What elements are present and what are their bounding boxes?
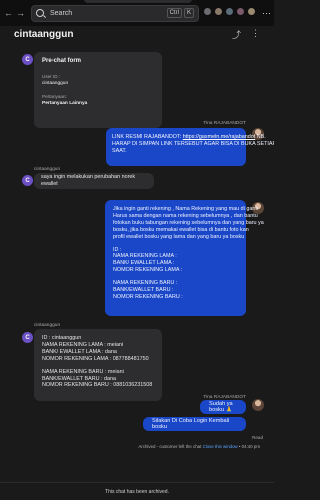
search-input[interactable]: Search Ctrl K	[31, 4, 199, 22]
message-line: NAMA REKENING BARU : meiani	[42, 368, 124, 375]
avatar	[236, 7, 245, 16]
message-text: LINK RESMI RAJABANDOT:	[112, 134, 183, 140]
agent-message: Jika ingin ganti rekening , Nama Rekenin…	[105, 200, 264, 316]
top-bar: ← → Search Ctrl K ⋯	[0, 0, 274, 26]
customer-avatar: C	[22, 175, 33, 186]
message-line: fotokan buku tabungan rekening sebelumny…	[113, 219, 264, 226]
form-value-question: Pertanyaan Lainnya	[42, 100, 88, 106]
message-line: NAMA REKENING LAMA : meiani	[42, 341, 124, 348]
customer-message: ID : cintaanggun NAMA REKENING LAMA : me…	[34, 329, 162, 401]
search-icon	[36, 9, 44, 17]
close-window-link[interactable]: Close this window	[203, 444, 238, 449]
share-icon[interactable]: ⤴	[232, 28, 241, 41]
avatar	[225, 7, 234, 16]
customer-avatar: C	[22, 332, 33, 343]
form-label-user-id: User ID :	[42, 73, 61, 79]
message-line: Jika ingin ganti rekening , Nama Rekenin…	[113, 206, 259, 212]
message-text: Silakan Di Coba Login Kembali bosku	[152, 418, 230, 430]
search-shortcut: Ctrl K	[166, 8, 194, 18]
message-line: NOMOR REKENING LAMA :	[113, 267, 183, 274]
sender-name: cintaanggun	[34, 323, 61, 328]
header-actions: ⤴ ⋮	[232, 28, 260, 41]
message-line: NAMA REKENING LAMA :	[113, 253, 177, 260]
avatar	[214, 7, 223, 16]
archive-note: Archived - customer left the chat Close …	[138, 444, 260, 449]
message-line: BANK/ EWALLET LAMA :	[113, 260, 175, 267]
avatar	[203, 7, 212, 16]
browser-tab-peek	[84, 0, 192, 3]
agent-message: LINK RESMI RAJABANDOT: https://gasmeln.m…	[106, 128, 274, 166]
message-line: profil ewallet bosku yang lama dan yang …	[113, 233, 245, 240]
archive-time: • 04:40 pm	[237, 444, 260, 449]
message-line: LINK RESMI RAJABANDOT: https://gasmeln.m…	[112, 134, 266, 141]
agent-avatar	[252, 399, 264, 411]
message-line: NOMOR REKENING BARU : 0881036231508	[42, 382, 153, 389]
message-line: BANK/EWALLET BARU : dana	[42, 375, 117, 382]
sender-name: cintaanggun	[34, 167, 61, 172]
form-title: Pre-chat form	[42, 58, 82, 64]
message-text: NB.	[255, 134, 266, 140]
back-arrow-icon[interactable]: ←	[4, 8, 13, 18]
archived-footer: This chat has been archived.	[0, 482, 274, 500]
sender-name: Tina RAJABANDOT	[203, 121, 246, 126]
search-placeholder: Search	[50, 9, 73, 17]
shortcut-ctrl: Ctrl	[166, 8, 182, 18]
message-line: bosku, jika bosku memakai ewallet bisa d…	[113, 226, 249, 233]
participant-avatars[interactable]	[203, 7, 256, 16]
agent-message: Silakan Di Coba Login Kembali bosku	[143, 417, 246, 431]
nav-arrows: ← →	[4, 8, 25, 18]
shortcut-k: K	[183, 8, 194, 18]
message-line: ID :	[113, 246, 122, 253]
agent-message: Sudah ya bosku 🙏	[200, 400, 246, 414]
more-vertical-icon[interactable]: ⋮	[251, 28, 260, 41]
message-line: Harus sama dengan nama rekening sebelumn…	[113, 212, 258, 219]
message-line: BANK/ EWALLET LAMA : dana	[42, 348, 117, 355]
message-line: BANK/EWALLET BARU :	[113, 287, 174, 294]
customer-message: saya ingin melakukan perubahan norek ewa…	[34, 173, 154, 189]
archived-text: This chat has been archived.	[105, 488, 169, 495]
message-line: HARAP DI SIMPAN LINK TERSEBUT AGAR BISA …	[112, 140, 274, 147]
read-status: Read	[252, 435, 263, 440]
message-line: ID : cintaanggun	[42, 335, 82, 341]
pre-chat-form-card: Pre-chat form User ID : cintaanggun Pert…	[34, 52, 162, 128]
archive-text: Archived - customer left the chat	[138, 444, 203, 449]
form-label-question: Pertanyaan:	[42, 93, 67, 99]
message-link[interactable]: https://gasmeln.me/rajabandot	[183, 134, 256, 140]
avatar	[247, 7, 256, 16]
message-text: saya ingin melakukan perubahan norek ewa…	[41, 174, 136, 187]
form-value-user-id: cintaanggun	[42, 80, 69, 86]
message-text: Sudah ya bosku 🙏	[209, 401, 233, 413]
customer-avatar: C	[22, 54, 33, 65]
chat-header: cintaanggun ⤴ ⋮	[0, 26, 274, 42]
message-line: NAMA REKENING BARU :	[113, 280, 178, 287]
chat-transcript[interactable]: C Pre-chat form User ID : cintaanggun Pe…	[0, 42, 274, 482]
chat-title: cintaanggun	[14, 28, 74, 40]
message-line: SAAT.	[112, 147, 127, 154]
message-line: NOMOR REKENING LAMA : 087788481750	[42, 355, 149, 362]
message-line: NOMOR REKENING BARU :	[113, 293, 183, 300]
more-options-icon[interactable]: ⋯	[262, 8, 271, 19]
forward-arrow-icon[interactable]: →	[16, 8, 25, 18]
